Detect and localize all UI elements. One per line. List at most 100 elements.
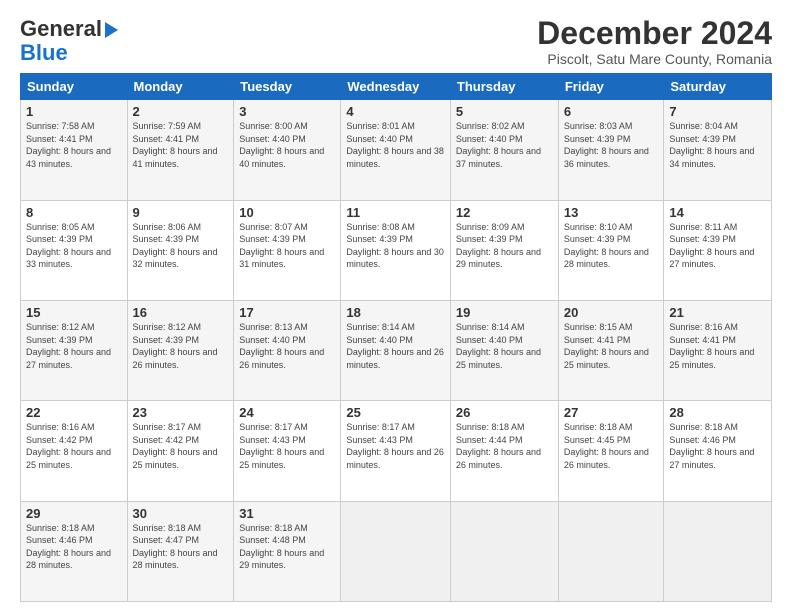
day-number: 10 xyxy=(239,205,335,220)
day-number: 23 xyxy=(133,405,229,420)
day-number: 28 xyxy=(669,405,766,420)
table-row: 1 Sunrise: 7:58 AMSunset: 4:41 PMDaylight… xyxy=(21,100,128,200)
cell-info: Sunrise: 8:18 AMSunset: 4:46 PMDaylight:… xyxy=(26,523,111,571)
table-row: 13 Sunrise: 8:10 AMSunset: 4:39 PMDayligh… xyxy=(558,200,664,300)
table-row: 29 Sunrise: 8:18 AMSunset: 4:46 PMDayligh… xyxy=(21,501,128,601)
logo-general: General xyxy=(20,16,102,42)
table-row: 19Sunrise: 8:14 AMSunset: 4:40 PMDayligh… xyxy=(450,300,558,400)
cell-info: Sunrise: 8:03 AMSunset: 4:39 PMDaylight:… xyxy=(564,121,649,169)
day-number: 6 xyxy=(564,104,659,119)
day-number: 31 xyxy=(239,506,335,521)
day-number: 9 xyxy=(133,205,229,220)
calendar: Sunday Monday Tuesday Wednesday Thursday… xyxy=(20,73,772,602)
logo-blue: Blue xyxy=(20,42,68,64)
cell-info: Sunrise: 8:10 AMSunset: 4:39 PMDaylight:… xyxy=(564,222,649,270)
day-number: 16 xyxy=(133,305,229,320)
table-row: 2 Sunrise: 7:59 AMSunset: 4:41 PMDaylight… xyxy=(127,100,234,200)
day-number: 11 xyxy=(346,205,445,220)
table-row: 17 Sunrise: 8:13 AMSunset: 4:40 PMDayligh… xyxy=(234,300,341,400)
cell-info: Sunrise: 8:12 AMSunset: 4:39 PMDaylight:… xyxy=(133,322,218,370)
cell-info: Sunrise: 8:17 AMSunset: 4:43 PMDaylight:… xyxy=(239,422,324,470)
table-row: 20Sunrise: 8:15 AMSunset: 4:41 PMDayligh… xyxy=(558,300,664,400)
cell-info: Sunrise: 7:59 AMSunset: 4:41 PMDaylight:… xyxy=(133,121,218,169)
cell-info: Sunrise: 8:07 AMSunset: 4:39 PMDaylight:… xyxy=(239,222,324,270)
table-row: 14 Sunrise: 8:11 AMSunset: 4:39 PMDayligh… xyxy=(664,200,772,300)
calendar-row: 22Sunrise: 8:16 AMSunset: 4:42 PMDayligh… xyxy=(21,401,772,501)
cell-info: Sunrise: 8:02 AMSunset: 4:40 PMDaylight:… xyxy=(456,121,541,169)
table-row: 18 Sunrise: 8:14 AMSunset: 4:40 PMDayligh… xyxy=(341,300,451,400)
table-row xyxy=(664,501,772,601)
day-number: 30 xyxy=(133,506,229,521)
header: General Blue December 2024 Piscolt, Satu… xyxy=(20,16,772,67)
day-number: 21 xyxy=(669,305,766,320)
header-monday: Monday xyxy=(127,74,234,100)
day-number: 14 xyxy=(669,205,766,220)
day-number: 29 xyxy=(26,506,122,521)
cell-info: Sunrise: 8:14 AMSunset: 4:40 PMDaylight:… xyxy=(346,322,444,370)
logo: General Blue xyxy=(20,16,118,64)
day-number: 26 xyxy=(456,405,553,420)
header-sunday: Sunday xyxy=(21,74,128,100)
table-row xyxy=(341,501,451,601)
table-row: 11 Sunrise: 8:08 AMSunset: 4:39 PMDayligh… xyxy=(341,200,451,300)
table-row: 15 Sunrise: 8:12 AMSunset: 4:39 PMDayligh… xyxy=(21,300,128,400)
table-row: 24Sunrise: 8:17 AMSunset: 4:43 PMDayligh… xyxy=(234,401,341,501)
cell-info: Sunrise: 7:58 AMSunset: 4:41 PMDaylight:… xyxy=(26,121,111,169)
cell-info: Sunrise: 8:18 AMSunset: 4:44 PMDaylight:… xyxy=(456,422,541,470)
day-number: 3 xyxy=(239,104,335,119)
table-row xyxy=(450,501,558,601)
cell-info: Sunrise: 8:05 AMSunset: 4:39 PMDaylight:… xyxy=(26,222,111,270)
table-row: 31Sunrise: 8:18 AMSunset: 4:48 PMDayligh… xyxy=(234,501,341,601)
day-number: 19 xyxy=(456,305,553,320)
table-row: 4Sunrise: 8:01 AMSunset: 4:40 PMDaylight… xyxy=(341,100,451,200)
day-number: 8 xyxy=(26,205,122,220)
cell-info: Sunrise: 8:15 AMSunset: 4:41 PMDaylight:… xyxy=(564,322,649,370)
day-number: 27 xyxy=(564,405,659,420)
day-number: 17 xyxy=(239,305,335,320)
cell-info: Sunrise: 8:17 AMSunset: 4:42 PMDaylight:… xyxy=(133,422,218,470)
day-number: 5 xyxy=(456,104,553,119)
day-number: 18 xyxy=(346,305,445,320)
table-row: 21Sunrise: 8:16 AMSunset: 4:41 PMDayligh… xyxy=(664,300,772,400)
cell-info: Sunrise: 8:12 AMSunset: 4:39 PMDaylight:… xyxy=(26,322,111,370)
cell-info: Sunrise: 8:18 AMSunset: 4:45 PMDaylight:… xyxy=(564,422,649,470)
header-thursday: Thursday xyxy=(450,74,558,100)
calendar-row: 29 Sunrise: 8:18 AMSunset: 4:46 PMDayligh… xyxy=(21,501,772,601)
table-row: 27 Sunrise: 8:18 AMSunset: 4:45 PMDayligh… xyxy=(558,401,664,501)
cell-info: Sunrise: 8:08 AMSunset: 4:39 PMDaylight:… xyxy=(346,222,444,270)
table-row: 25 Sunrise: 8:17 AMSunset: 4:43 PMDayligh… xyxy=(341,401,451,501)
calendar-row: 1 Sunrise: 7:58 AMSunset: 4:41 PMDaylight… xyxy=(21,100,772,200)
table-row: 22Sunrise: 8:16 AMSunset: 4:42 PMDayligh… xyxy=(21,401,128,501)
table-row: 12Sunrise: 8:09 AMSunset: 4:39 PMDayligh… xyxy=(450,200,558,300)
table-row: 5 Sunrise: 8:02 AMSunset: 4:40 PMDaylight… xyxy=(450,100,558,200)
table-row: 10 Sunrise: 8:07 AMSunset: 4:39 PMDayligh… xyxy=(234,200,341,300)
cell-info: Sunrise: 8:06 AMSunset: 4:39 PMDaylight:… xyxy=(133,222,218,270)
table-row: 3 Sunrise: 8:00 AMSunset: 4:40 PMDaylight… xyxy=(234,100,341,200)
day-number: 12 xyxy=(456,205,553,220)
cell-info: Sunrise: 8:17 AMSunset: 4:43 PMDaylight:… xyxy=(346,422,444,470)
subtitle: Piscolt, Satu Mare County, Romania xyxy=(537,51,772,67)
calendar-row: 8 Sunrise: 8:05 AMSunset: 4:39 PMDaylight… xyxy=(21,200,772,300)
cell-info: Sunrise: 8:11 AMSunset: 4:39 PMDaylight:… xyxy=(669,222,754,270)
calendar-row: 15 Sunrise: 8:12 AMSunset: 4:39 PMDayligh… xyxy=(21,300,772,400)
calendar-table: Sunday Monday Tuesday Wednesday Thursday… xyxy=(20,73,772,602)
table-row: 8 Sunrise: 8:05 AMSunset: 4:39 PMDaylight… xyxy=(21,200,128,300)
day-number: 13 xyxy=(564,205,659,220)
table-row: 28Sunrise: 8:18 AMSunset: 4:46 PMDayligh… xyxy=(664,401,772,501)
table-row: 30Sunrise: 8:18 AMSunset: 4:47 PMDayligh… xyxy=(127,501,234,601)
day-number: 2 xyxy=(133,104,229,119)
cell-info: Sunrise: 8:00 AMSunset: 4:40 PMDaylight:… xyxy=(239,121,324,169)
table-row: 16 Sunrise: 8:12 AMSunset: 4:39 PMDayligh… xyxy=(127,300,234,400)
table-row: 26 Sunrise: 8:18 AMSunset: 4:44 PMDayligh… xyxy=(450,401,558,501)
logo-arrow-icon xyxy=(105,22,118,38)
table-row: 9 Sunrise: 8:06 AMSunset: 4:39 PMDaylight… xyxy=(127,200,234,300)
day-number: 1 xyxy=(26,104,122,119)
cell-info: Sunrise: 8:04 AMSunset: 4:39 PMDaylight:… xyxy=(669,121,754,169)
cell-info: Sunrise: 8:13 AMSunset: 4:40 PMDaylight:… xyxy=(239,322,324,370)
title-block: December 2024 Piscolt, Satu Mare County,… xyxy=(537,16,772,67)
day-number: 25 xyxy=(346,405,445,420)
main-title: December 2024 xyxy=(537,16,772,51)
day-number: 15 xyxy=(26,305,122,320)
day-number: 22 xyxy=(26,405,122,420)
table-row: 6 Sunrise: 8:03 AMSunset: 4:39 PMDaylight… xyxy=(558,100,664,200)
